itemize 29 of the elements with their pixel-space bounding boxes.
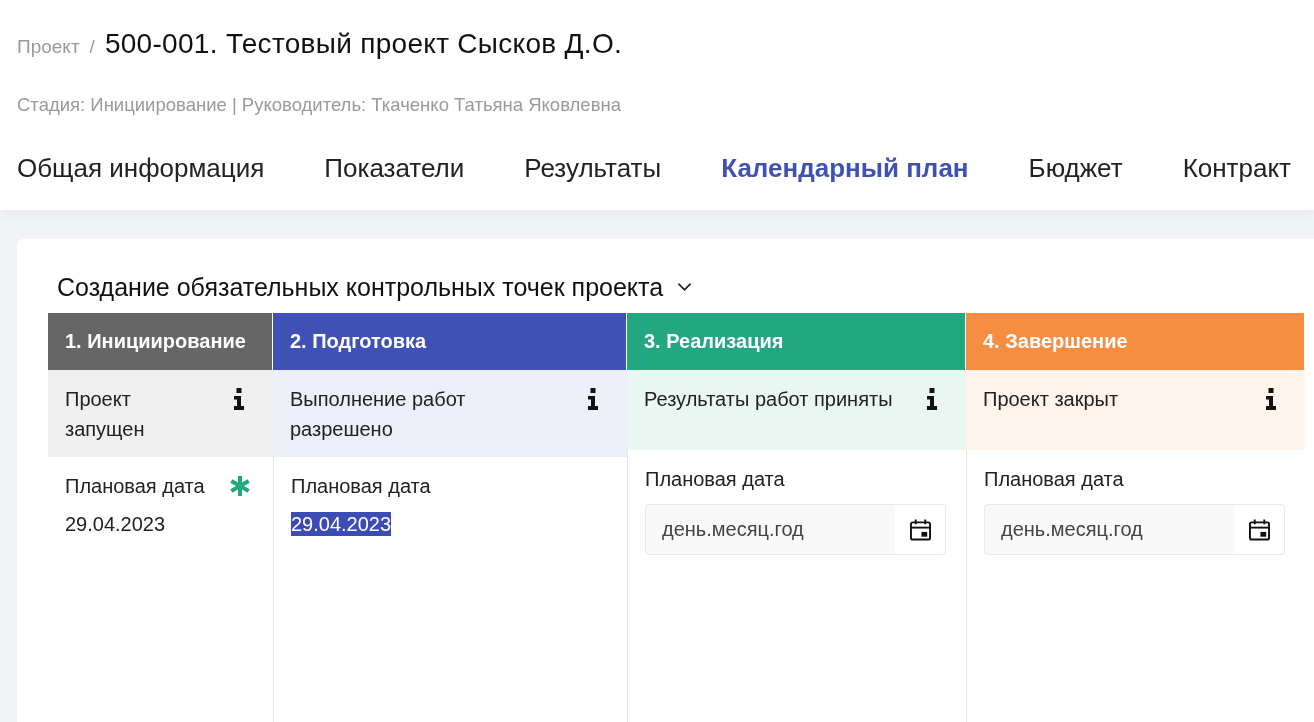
breadcrumb-separator: / — [89, 36, 95, 58]
stage-header: 3. Реализация — [627, 313, 966, 370]
date-label: Плановая дата — [984, 467, 1124, 491]
stage-header: 1. Инициирование — [48, 313, 273, 370]
tab[interactable]: Результаты — [524, 153, 662, 183]
project-meta: Стадия: Инициирование | Руководитель: Ткаченко Татьяна Яковлевна — [17, 94, 621, 115]
section-toggle[interactable]: Создание обязательных контрольных точек проекта — [48, 272, 692, 302]
tab[interactable]: Контракт — [1182, 153, 1291, 183]
tab[interactable]: Показатели — [324, 153, 465, 183]
info-icon[interactable] — [926, 388, 938, 410]
page-title: 500-001. Тестовый проект Сысков Д.О. — [104, 28, 623, 60]
date-label: Плановая дата — [291, 474, 431, 498]
info-icon[interactable] — [233, 388, 245, 410]
stage-header: 4. Завершение — [966, 313, 1305, 370]
milestone-title: Проект запущен — [65, 387, 146, 442]
info-icon[interactable] — [587, 388, 599, 410]
tab[interactable]: Общая информация — [17, 153, 265, 183]
info-icon[interactable] — [1265, 388, 1277, 410]
stage-header: 2. Подготовка — [273, 313, 627, 370]
date-label: Плановая дата — [65, 474, 205, 498]
chevron-icon — [678, 283, 692, 291]
tab[interactable]: Календарный план — [721, 153, 969, 183]
tab[interactable]: Бюджет — [1028, 153, 1123, 183]
milestone-title: Результаты работ приняты — [644, 387, 893, 412]
milestone-title: Проект закрыт — [983, 387, 1119, 412]
date-value: 29.04.2023 — [291, 512, 392, 536]
date-label: Плановая дата — [645, 467, 785, 491]
date-value: 29.04.2023 — [65, 512, 166, 536]
milestone-title: Выполнение работ разрешено — [290, 387, 467, 442]
